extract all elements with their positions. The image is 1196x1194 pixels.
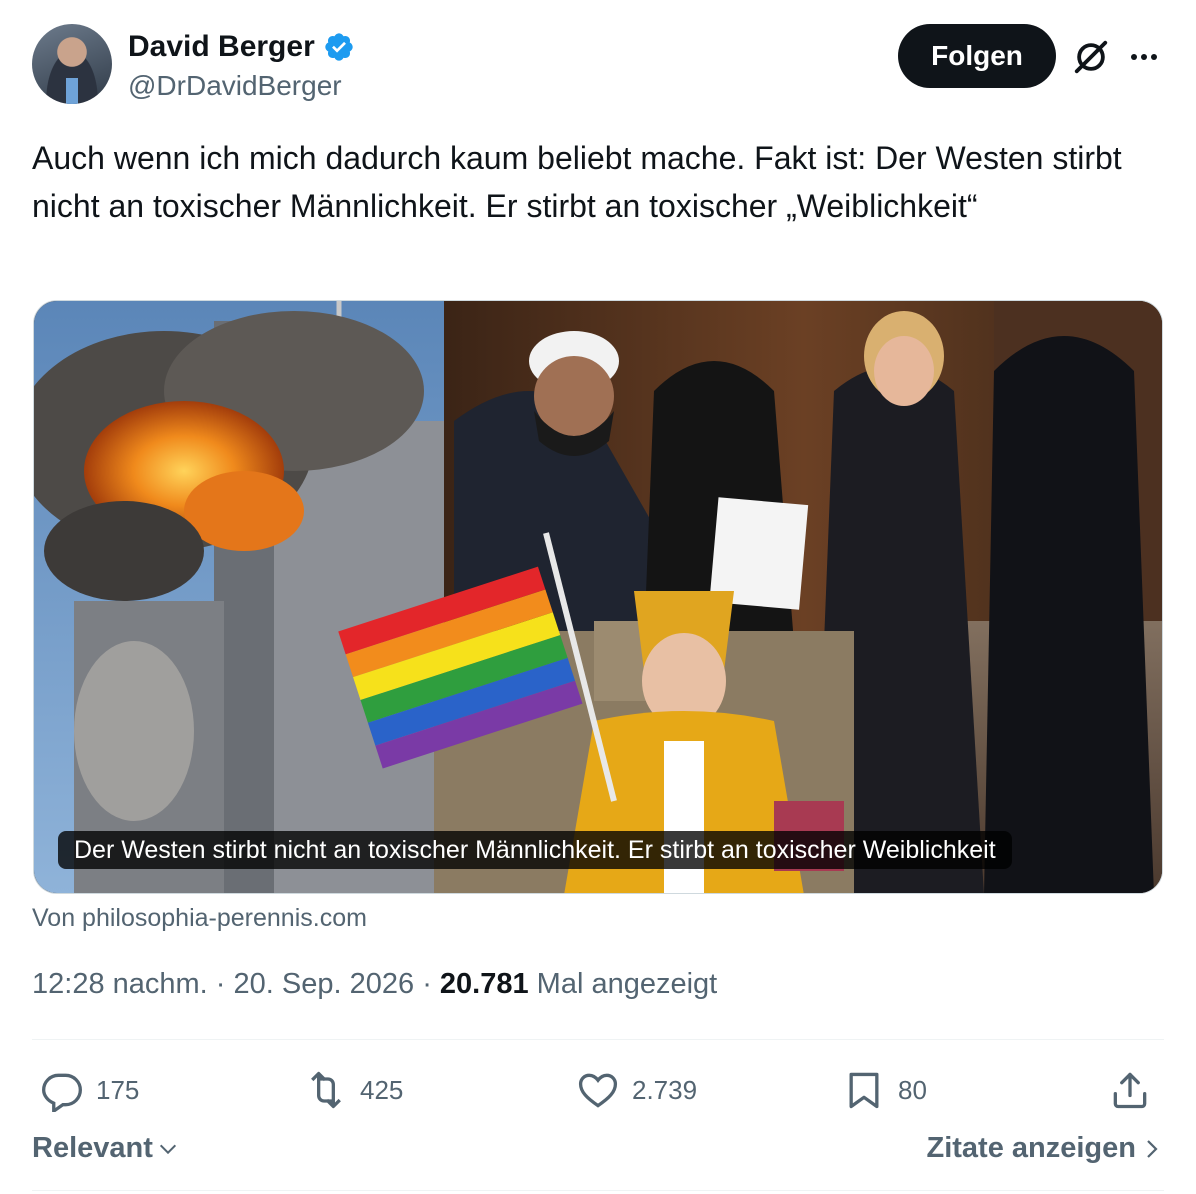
views-label: Mal angezeigt	[536, 968, 718, 1000]
repost-count: 425	[360, 1074, 404, 1105]
repost-button[interactable]: 425	[304, 1060, 403, 1120]
reply-button[interactable]: 175	[40, 1060, 139, 1120]
action-bar: 175 425 2.739 80	[32, 1060, 1162, 1120]
follow-button[interactable]: Folgen	[898, 24, 1056, 88]
views-count: 20.781	[439, 968, 529, 1000]
tweet-time[interactable]: 12:28 nachm.	[32, 968, 208, 1000]
reply-count: 175	[96, 1074, 140, 1105]
share-icon	[1113, 1072, 1147, 1109]
grok-icon[interactable]	[1072, 38, 1110, 76]
share-button[interactable]	[1108, 1060, 1152, 1120]
bookmark-count: 80	[898, 1074, 927, 1105]
chevron-down-icon	[159, 1144, 176, 1154]
like-count: 2.739	[632, 1074, 698, 1105]
tweet-meta: 12:28 nachm. · 20. Sep. 2026 · 20.781 Ma…	[32, 968, 717, 1001]
bookmark-button[interactable]: 80	[842, 1060, 927, 1120]
tweet-date[interactable]: 20. Sep. 2026	[234, 968, 415, 1000]
divider	[32, 1190, 1164, 1191]
view-quotes-link[interactable]: Zitate anzeigen	[927, 1132, 1161, 1165]
tweet-header: David Berger @DrDavidBerger Folgen	[32, 24, 1164, 106]
meta-separator: ·	[215, 968, 234, 1000]
verified-badge-icon[interactable]	[323, 31, 355, 63]
sort-label: Relevant	[32, 1132, 153, 1164]
divider	[32, 1039, 1164, 1040]
like-button[interactable]: 2.739	[576, 1060, 697, 1120]
media-caption: Der Westen stirbt nicht an toxischer Män…	[58, 831, 1012, 869]
repost-icon	[311, 1071, 341, 1109]
avatar-collar	[66, 78, 78, 104]
tweet-text: Auch wenn ich mich dadurch kaum beliebt …	[32, 140, 1122, 224]
heart-icon	[578, 1073, 618, 1108]
reply-icon	[42, 1073, 82, 1112]
author-handle[interactable]: @DrDavidBerger	[128, 70, 342, 102]
more-dots-icon[interactable]	[1126, 42, 1162, 72]
tweet-media-card[interactable]: Der Westen stirbt nicht an toxischer Män…	[33, 300, 1163, 894]
media-source-link[interactable]: Von philosophia-perennis.com	[32, 904, 367, 933]
author-name-row[interactable]: David Berger	[128, 30, 355, 64]
sort-dropdown[interactable]: Relevant	[32, 1132, 179, 1165]
author-display-name[interactable]: David Berger	[128, 30, 315, 64]
collage-image	[34, 301, 1162, 893]
chevron-right-icon	[1147, 1139, 1158, 1158]
avatar[interactable]	[32, 24, 112, 104]
quotes-label: Zitate anzeigen	[926, 1132, 1137, 1164]
meta-separator: ·	[422, 968, 440, 1000]
bookmark-icon	[849, 1072, 879, 1109]
